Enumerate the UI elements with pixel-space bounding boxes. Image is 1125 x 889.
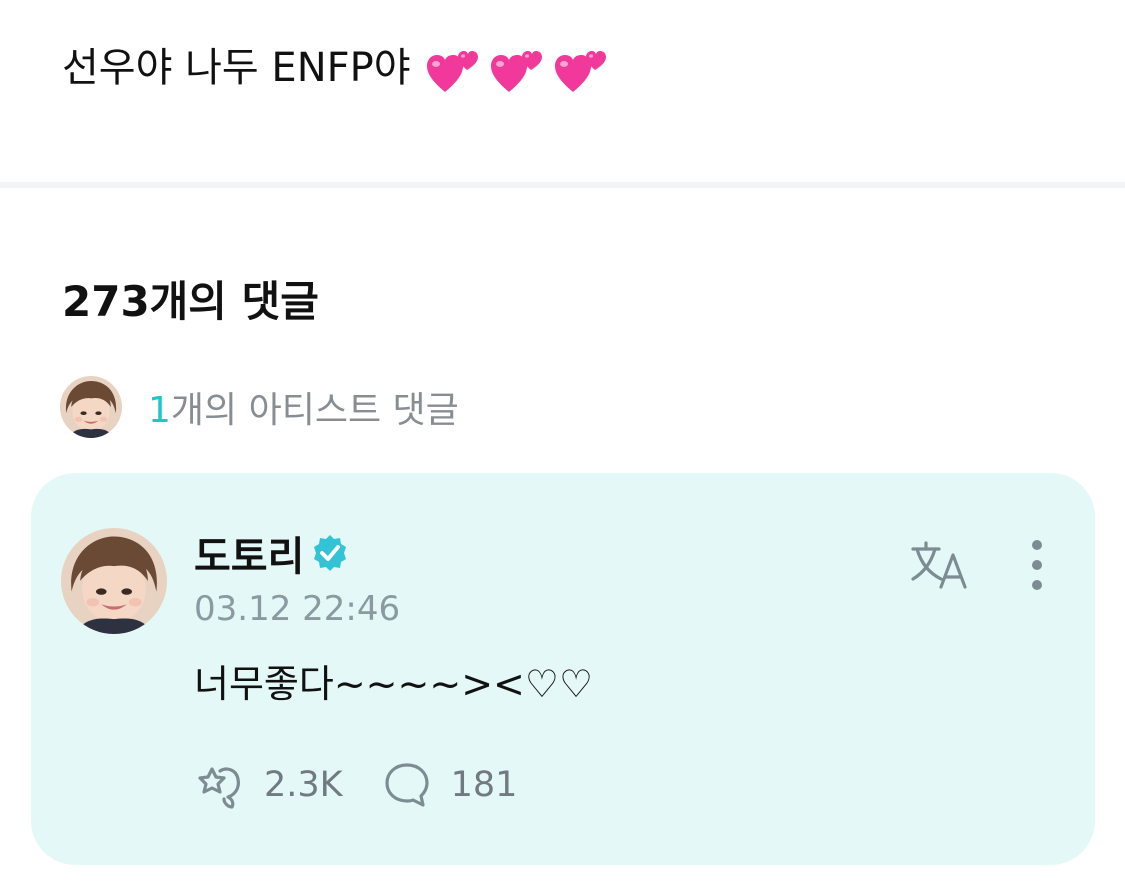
comment-body: 너무좋다~~~~><♡♡ — [194, 662, 594, 706]
two-hearts-emoji — [553, 40, 609, 96]
avatar[interactable] — [61, 528, 167, 634]
artist-comments-label: 1개의 아티스트 댓글 — [148, 381, 459, 433]
like-button[interactable]: 2.3K — [194, 759, 343, 811]
post-text: 선우야 나두 ENFP야 — [62, 36, 609, 100]
comment-actions: 2.3K 181 — [194, 757, 517, 813]
author-name[interactable]: 도토리 — [194, 524, 304, 582]
two-hearts-emoji — [489, 40, 545, 96]
artist-comment-number: 1 — [148, 390, 171, 431]
verified-badge-icon — [314, 535, 347, 571]
two-hearts-emoji — [425, 40, 481, 96]
comment-count-heading: 273개의 댓글 — [62, 277, 319, 326]
comment-bubble-icon — [385, 763, 429, 807]
section-divider — [0, 182, 1125, 188]
author-row: 도토리 — [194, 525, 350, 581]
post-text-label: 선우야 나두 ENFP야 — [62, 45, 411, 91]
reply-button[interactable]: 181 — [381, 759, 518, 811]
artist-comment-text: 개의 아티스트 댓글 — [170, 390, 459, 431]
more-vertical-icon[interactable] — [1025, 539, 1049, 591]
comment-timestamp: 03.12 22:46 — [194, 589, 401, 629]
like-icon — [198, 767, 240, 809]
artist-comments-filter[interactable]: 1개의 아티스트 댓글 — [60, 376, 459, 438]
artist-avatar — [60, 376, 122, 438]
translate-icon[interactable] — [909, 537, 973, 591]
reply-count: 181 — [450, 765, 518, 805]
comment-card: 도토리 03.12 22:46 너무좋다~~~~><♡♡ 2.3K 181 — [31, 473, 1095, 865]
emoji-group — [425, 40, 609, 96]
like-count: 2.3K — [264, 765, 343, 805]
